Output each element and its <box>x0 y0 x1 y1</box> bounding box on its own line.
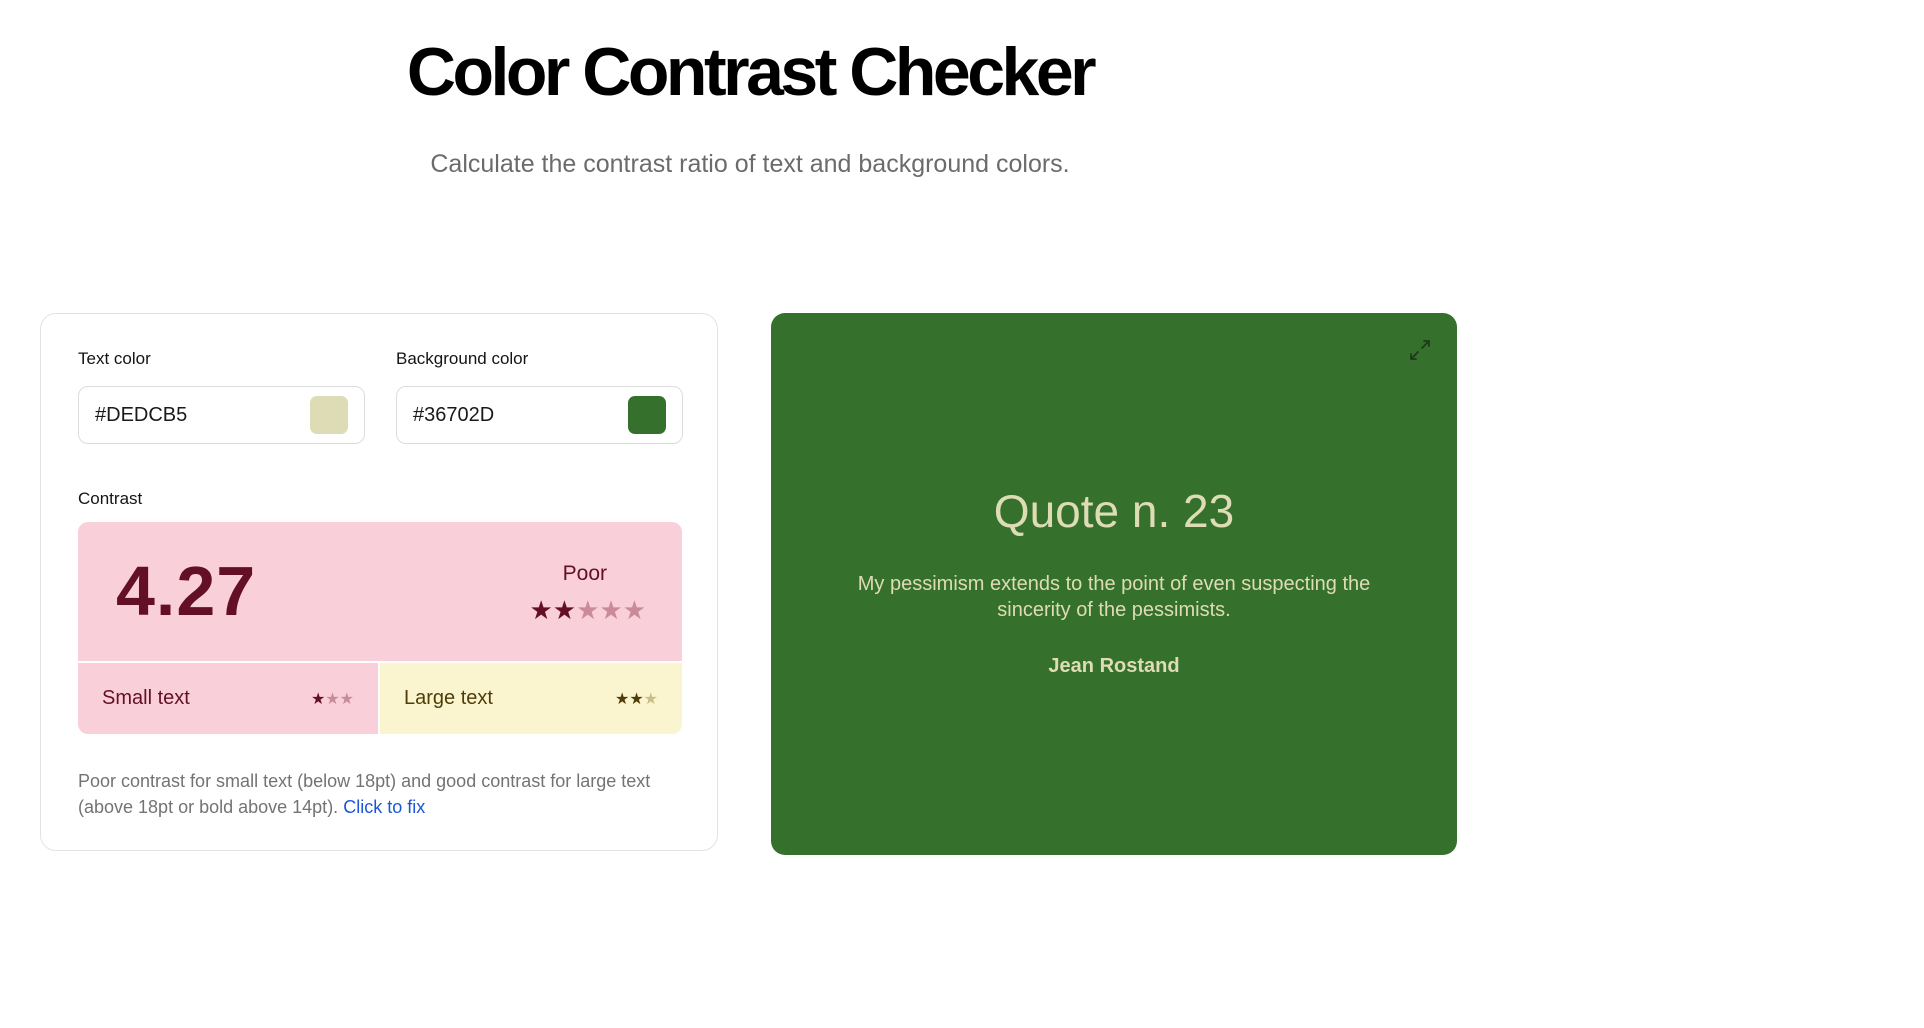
text-color-label: Text color <box>78 349 151 368</box>
contrast-label: Contrast <box>78 489 143 508</box>
small-text-star-icon: ★ <box>339 690 354 708</box>
page: Color Contrast Checker Calculate the con… <box>0 0 1924 1028</box>
click-to-fix-link[interactable]: Click to fix <box>343 797 425 817</box>
rating-star-icon: ★ <box>576 595 600 625</box>
quote-title: Quote n. 23 <box>993 485 1235 537</box>
contrast-result: 4.27 Poor ★★★★★ Small text ★★★ Large tex… <box>78 522 682 734</box>
small-text-rating: Small text ★★★ <box>78 663 378 734</box>
rating-star-icon: ★ <box>622 595 646 625</box>
quote-author: Jean Rostand <box>1048 655 1180 677</box>
quote-text: My pessimism extends to the point of eve… <box>857 573 1371 621</box>
large-text-star-icon: ★ <box>643 690 658 708</box>
contrast-ratio-value: 4.27 <box>116 552 257 630</box>
large-text-rating: Large text ★★★ <box>380 663 682 734</box>
text-color-field[interactable]: #DEDCB5 <box>78 386 365 444</box>
large-text-star-icon: ★ <box>614 690 630 708</box>
background-color-value[interactable]: #36702D <box>413 404 628 427</box>
large-text-star-icon: ★ <box>629 690 644 708</box>
large-text-stars: ★★★ <box>615 689 658 709</box>
background-color-field[interactable]: #36702D <box>396 386 683 444</box>
contrast-rating-label: Poor <box>562 562 607 585</box>
contrast-rating-stars: ★★★★★ <box>529 596 646 624</box>
page-subtitle: Calculate the contrast ratio of text and… <box>430 150 1070 178</box>
small-text-label: Small text <box>102 687 190 709</box>
small-text-stars: ★★★ <box>311 689 354 709</box>
preview-card: Quote n. 23 My pessimism extends to the … <box>771 313 1457 855</box>
checker-panel: Text color #DEDCB5 Background color #367… <box>40 313 718 851</box>
background-color-swatch[interactable] <box>628 396 666 434</box>
contrast-note: Poor contrast for small text (below 18pt… <box>78 768 678 820</box>
rating-star-icon: ★ <box>529 595 553 625</box>
page-title: Color Contrast Checker <box>406 34 1097 110</box>
rating-star-icon: ★ <box>552 595 577 625</box>
large-text-label: Large text <box>404 687 493 709</box>
expand-icon[interactable] <box>1405 335 1435 365</box>
rating-star-icon: ★ <box>599 595 623 625</box>
contrast-ratio-area: 4.27 Poor ★★★★★ <box>78 522 682 661</box>
small-text-star-icon: ★ <box>325 690 340 708</box>
small-text-star-icon: ★ <box>310 690 326 708</box>
text-color-value[interactable]: #DEDCB5 <box>95 404 310 427</box>
text-color-swatch[interactable] <box>310 396 348 434</box>
background-color-label: Background color <box>396 349 529 368</box>
